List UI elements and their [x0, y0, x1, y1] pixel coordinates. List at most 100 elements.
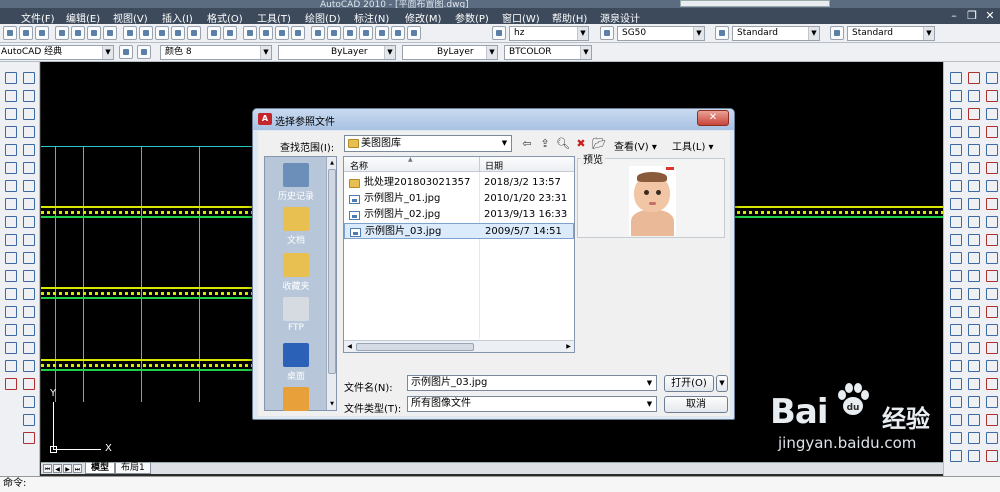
block-editor-icon[interactable]	[187, 26, 201, 40]
insert-block-icon[interactable]	[3, 250, 17, 264]
chevron-down-icon[interactable]: ▼	[643, 376, 656, 390]
cancel-button[interactable]: 取消	[664, 396, 728, 413]
scroll-left-icon[interactable]: ◀	[345, 342, 354, 352]
dim-style-manager-icon[interactable]	[21, 430, 35, 444]
region-icon[interactable]	[3, 340, 17, 354]
layer-walk-icon[interactable]	[984, 376, 998, 390]
tab-layout1[interactable]: 布局1	[115, 463, 151, 474]
label-tool-icon[interactable]	[984, 232, 998, 246]
midpoint-snap-icon[interactable]	[966, 214, 980, 228]
ellipse-icon[interactable]	[3, 232, 17, 246]
quick-dim-icon[interactable]	[21, 214, 35, 228]
views-menu[interactable]: 查看(V) ▾	[614, 138, 657, 153]
menu-window[interactable]: 窗口(W)	[502, 10, 540, 25]
none-snap-icon[interactable]	[948, 340, 962, 354]
text-to-front-icon[interactable]	[966, 448, 980, 462]
make-block-icon[interactable]	[3, 268, 17, 282]
menu-help[interactable]: 帮助(H)	[552, 10, 587, 25]
dim-linear-icon[interactable]	[21, 70, 35, 84]
trim-icon[interactable]	[966, 142, 980, 156]
wall-icon[interactable]	[984, 70, 998, 84]
open-options-icon[interactable]: ▼	[716, 375, 728, 392]
column-name[interactable]: 名称	[350, 159, 368, 172]
spline-icon[interactable]	[3, 214, 17, 228]
explode-icon[interactable]	[966, 196, 980, 210]
dim-update-icon[interactable]	[21, 412, 35, 426]
revision-cloud-icon[interactable]	[3, 196, 17, 210]
move-icon[interactable]	[966, 106, 980, 120]
erase-icon[interactable]	[948, 70, 962, 84]
menu-dimension[interactable]: 标注(N)	[354, 10, 389, 25]
layer-unisolate-icon[interactable]	[984, 430, 998, 444]
copy-object-icon[interactable]	[966, 70, 980, 84]
menu-edit[interactable]: 编辑(E)	[66, 10, 100, 25]
dim-diameter-icon[interactable]	[21, 178, 35, 192]
place-ftp[interactable]: FTP	[267, 297, 325, 333]
new-folder-icon[interactable]: 📂︎	[592, 137, 606, 150]
first-tab-icon[interactable]: ⏮	[43, 464, 52, 473]
dim-break-icon[interactable]	[21, 286, 35, 300]
delete-icon[interactable]: ✖	[574, 137, 588, 150]
tangent-snap-icon[interactable]	[966, 268, 980, 282]
properties-icon[interactable]	[311, 26, 325, 40]
column-icon[interactable]	[984, 88, 998, 102]
file-list-scrollbar[interactable]: ◀ ▶	[344, 340, 574, 352]
filetype-select[interactable]: 所有图像文件 ▼	[407, 396, 657, 412]
layer-match-icon[interactable]	[966, 376, 980, 390]
node-snap-icon[interactable]	[966, 304, 980, 318]
rebar-icon[interactable]	[984, 196, 998, 210]
join-icon[interactable]	[948, 178, 962, 192]
layer-freeze-icon[interactable]	[984, 358, 998, 372]
design-center-icon[interactable]	[327, 26, 341, 40]
copy-icon[interactable]	[139, 26, 153, 40]
file-row[interactable]: 示例图片_02.jpg 2013/9/13 16:33	[344, 207, 574, 223]
search-web-icon[interactable]: 🔍︎	[556, 137, 570, 150]
file-row[interactable]: 批处理201803021357 2018/3/2 13:57	[344, 175, 574, 191]
parallel-snap-icon[interactable]	[966, 286, 980, 300]
back-icon[interactable]: ⇦	[520, 137, 534, 150]
scroll-thumb[interactable]	[356, 343, 474, 351]
pan-icon[interactable]	[243, 26, 257, 40]
help-icon[interactable]	[407, 26, 421, 40]
redo-icon[interactable]	[223, 26, 237, 40]
layer-lock-icon[interactable]	[948, 376, 962, 390]
preview-icon[interactable]	[71, 26, 85, 40]
workspace-settings-icon[interactable]	[119, 45, 133, 59]
menu-parametric[interactable]: 参数(P)	[455, 10, 489, 25]
restore-icon[interactable]: ❐	[964, 9, 980, 22]
open-icon[interactable]	[19, 26, 33, 40]
dialog-title-bar[interactable]: A 选择参照文件 ✕	[253, 109, 734, 130]
next-tab-icon[interactable]: ▶	[63, 464, 72, 473]
column-date[interactable]: 日期	[485, 159, 503, 172]
table-tool-icon[interactable]	[984, 322, 998, 336]
stretch-icon[interactable]	[948, 142, 962, 156]
dim-radius-icon[interactable]	[21, 142, 35, 156]
help-search-input[interactable]	[680, 0, 830, 7]
command-line[interactable]: 命令:	[0, 476, 1000, 492]
scroll-up-icon[interactable]: ▲	[328, 158, 336, 168]
draw-order-icon[interactable]	[948, 448, 962, 462]
dim-edit-icon[interactable]	[21, 376, 35, 390]
multileader-style-combo[interactable]: Standard ▼	[847, 26, 935, 41]
symbol-tool-icon[interactable]	[984, 286, 998, 300]
layer-manager-icon[interactable]	[137, 45, 151, 59]
filename-input[interactable]: 示例图片_03.jpg ▼	[407, 375, 657, 391]
check-tool-icon[interactable]	[984, 340, 998, 354]
fillet-icon[interactable]	[948, 196, 962, 210]
menu-draw[interactable]: 绘图(D)	[305, 10, 341, 25]
tolerance-icon[interactable]	[21, 304, 35, 318]
place-favorites[interactable]: 收藏夹	[267, 253, 325, 292]
color-combo[interactable]: 颜色 8 ▼	[160, 45, 272, 60]
stair-icon[interactable]	[984, 142, 998, 156]
zoom-window-icon[interactable]	[275, 26, 289, 40]
layer-tool-icon[interactable]	[966, 340, 980, 354]
layer-on-icon[interactable]	[966, 430, 980, 444]
door-icon[interactable]	[984, 106, 998, 120]
markup-icon[interactable]	[375, 26, 389, 40]
array-icon[interactable]	[948, 106, 962, 120]
lookin-combo[interactable]: 美图图库 ▼	[344, 135, 512, 152]
table-style-combo[interactable]: Standard ▼	[732, 26, 820, 41]
center-mark-icon[interactable]	[21, 322, 35, 336]
layer-previous-icon[interactable]	[984, 394, 998, 408]
nearest-snap-icon[interactable]	[948, 322, 962, 336]
